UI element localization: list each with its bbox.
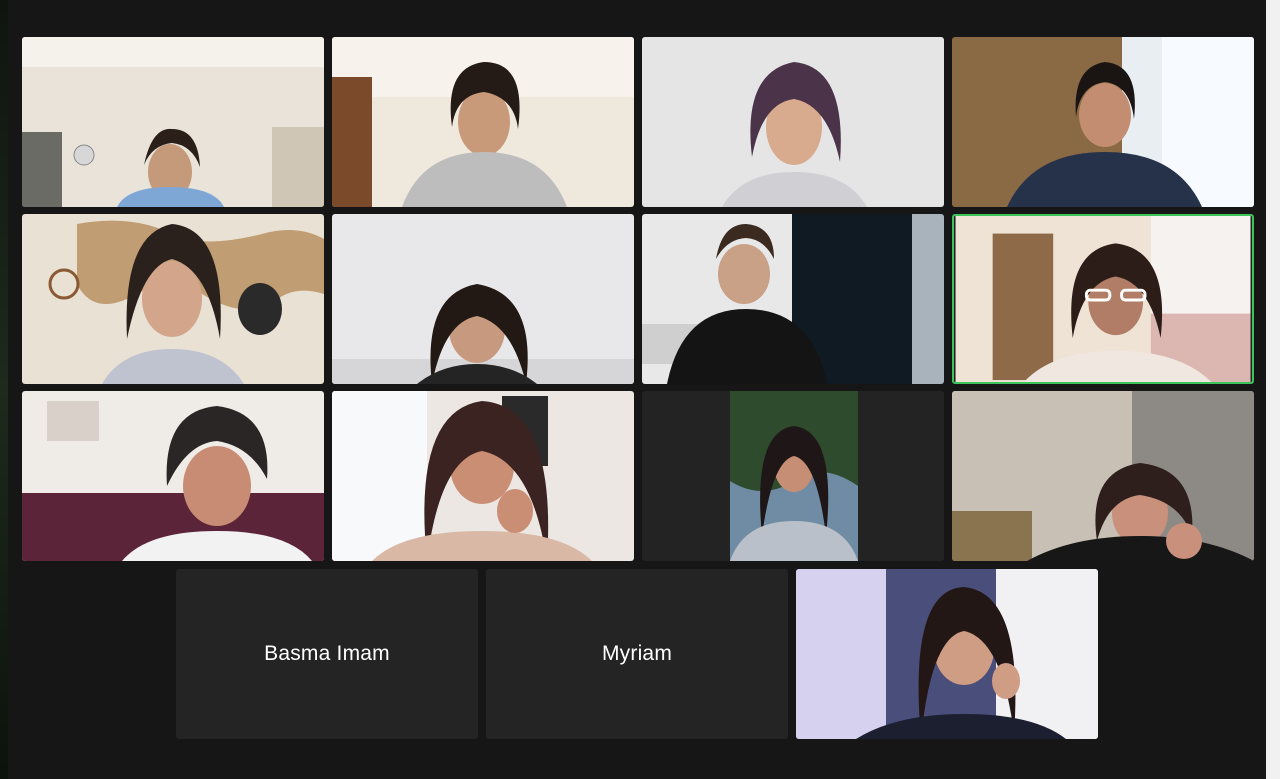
participant-video-tile-7[interactable] <box>642 214 944 384</box>
participant-video-13 <box>796 569 1098 739</box>
participant-video-12 <box>952 391 1254 561</box>
video-call-window: Basma Imam Myriam <box>0 0 1280 779</box>
desktop-edge <box>0 0 8 779</box>
participant-video-2 <box>332 37 634 207</box>
participant-video-tile-9[interactable] <box>22 391 324 561</box>
participant-video-6 <box>332 214 634 384</box>
participant-tile-no-video-1[interactable]: Basma Imam <box>176 569 478 739</box>
participant-video-10 <box>332 391 634 561</box>
participant-video-tile-3[interactable] <box>642 37 944 207</box>
participant-video-tile-2[interactable] <box>332 37 634 207</box>
participant-video-tile-4[interactable] <box>952 37 1254 207</box>
participant-video-4 <box>952 37 1254 207</box>
participant-video-tile-13[interactable] <box>796 569 1098 739</box>
participant-video-5 <box>22 214 324 384</box>
participant-video-11 <box>642 391 944 561</box>
participant-video-tile-1[interactable] <box>22 37 324 207</box>
participant-video-tile-12[interactable] <box>952 391 1254 561</box>
participant-video-tile-11[interactable] <box>642 391 944 561</box>
participant-video-9 <box>22 391 324 561</box>
participant-name-label: Basma Imam <box>264 642 390 665</box>
participant-video-tile-5[interactable] <box>22 214 324 384</box>
participant-video-1 <box>22 37 324 207</box>
participant-video-tile-6[interactable] <box>332 214 634 384</box>
participant-video-8 <box>955 216 1251 382</box>
participant-name-label: Myriam <box>601 642 673 665</box>
participant-video-3 <box>642 37 944 207</box>
window-edge <box>1266 0 1280 779</box>
participant-video-tile-8-active-speaker[interactable] <box>952 214 1254 384</box>
participant-video-7 <box>642 214 944 384</box>
participant-tile-no-video-2[interactable]: Myriam <box>486 569 788 739</box>
participant-video-tile-10[interactable] <box>332 391 634 561</box>
